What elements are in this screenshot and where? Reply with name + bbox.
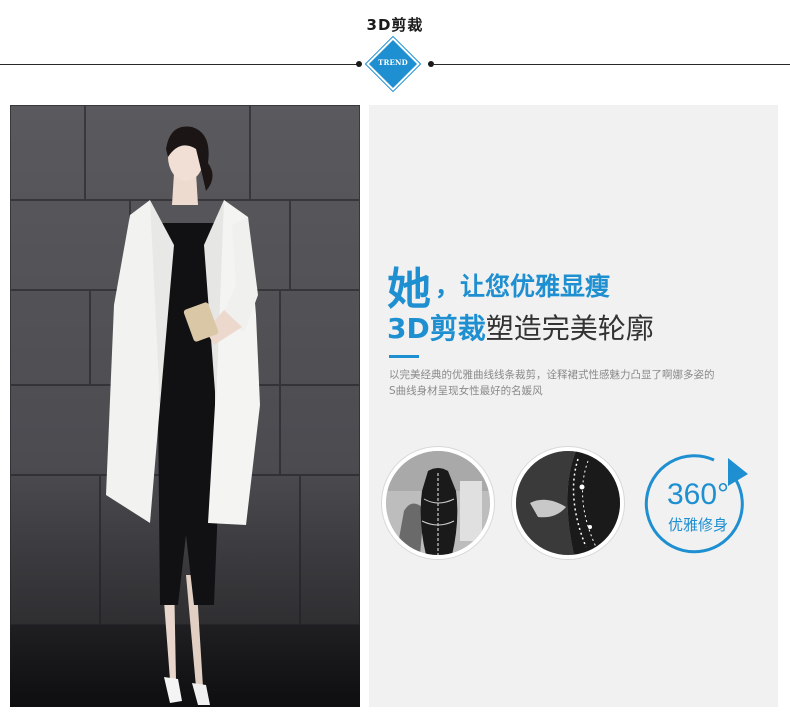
divider-left: [0, 64, 358, 65]
divider-right: [434, 64, 790, 65]
section-title: 3D剪裁: [366, 16, 424, 34]
divider-dot-left: [356, 61, 362, 67]
headline-outline-label: 塑造完美轮廓: [485, 312, 654, 345]
feature-panel: 她，让您优雅显瘦 3D剪裁塑造完美轮廓 以完美经典的优雅曲线线条裁剪，诠释裙式性…: [369, 105, 778, 707]
model-photo: [10, 105, 360, 707]
tailoring-mannequin-image: [382, 447, 494, 559]
headline-secondary: 3D剪裁塑造完美轮廓: [387, 307, 654, 347]
badge-360-label: 优雅修身: [667, 516, 728, 534]
trend-badge-label: TREND: [378, 58, 408, 67]
waist-curve-image: [512, 447, 624, 559]
model-figure: [106, 126, 260, 705]
badge-360-number: 360°: [666, 478, 730, 511]
headline-3d-label: 3D剪裁: [387, 312, 486, 345]
accent-bar: [389, 355, 419, 358]
description-line-2: S曲线身材呈现女性最好的名媛风: [389, 385, 543, 397]
slim-fit-360-badge: 360° 优雅修身: [644, 450, 752, 558]
description-line-1: 以完美经典的优雅曲线线条裁剪，诠释裙式性感魅力凸显了啊娜多姿的: [389, 369, 715, 381]
description: 以完美经典的优雅曲线线条裁剪，诠释裙式性感魅力凸显了啊娜多姿的 S曲线身材呈现女…: [389, 367, 769, 399]
headline-tagline: ，让您优雅显瘦: [435, 272, 611, 301]
